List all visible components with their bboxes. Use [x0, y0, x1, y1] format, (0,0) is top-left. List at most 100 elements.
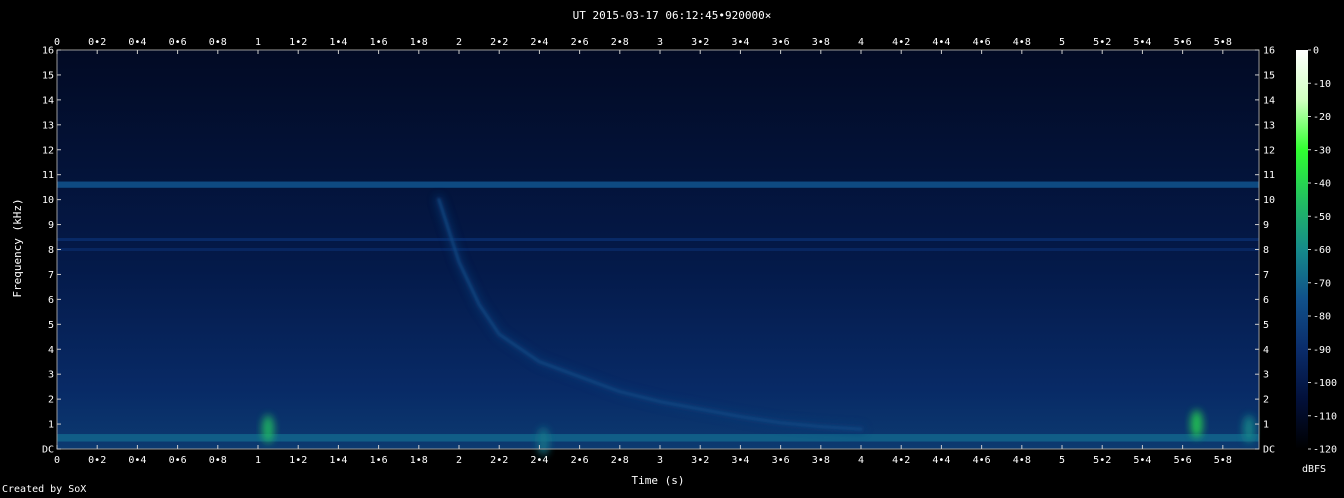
x-tick-label-bottom: 5: [1059, 455, 1065, 466]
y-tick-label-left: 16: [42, 46, 54, 57]
chart-title: UT 2015-03-17 06:12:45•920000×: [573, 9, 772, 22]
x-tick-label-top: 1•4: [329, 37, 347, 48]
x-tick-label-top: 0: [54, 37, 60, 48]
spectrogram-figure: UT 2015-03-17 06:12:45•920000× 0 0 0•2 0•2 0…: [11, 9, 1337, 487]
colorbar-tick-label: -50: [1313, 212, 1331, 223]
x-tick-label-bottom: 1: [255, 455, 261, 466]
y-tick-label-left: 8: [48, 245, 54, 256]
x-tick-label-top: 4•4: [932, 37, 950, 48]
x-tick-label-bottom: 4•4: [932, 455, 950, 466]
y-tick-label-right: 13: [1263, 120, 1275, 131]
x-tick-label-bottom: 5•4: [1133, 455, 1151, 466]
x-tick-label-top: 0•2: [88, 37, 106, 48]
y-tick-label-right: 4: [1263, 345, 1269, 356]
y-tick-label-left: 5: [48, 320, 54, 331]
x-tick-label-bottom: 4•6: [973, 455, 991, 466]
y-tick-label-right: 16: [1263, 46, 1275, 57]
x-tick-label-top: 5•4: [1133, 37, 1151, 48]
colorbar-tick-label: -80: [1313, 312, 1331, 323]
colorbar-tick-label: -100: [1313, 378, 1337, 389]
y-tick-label-left: 6: [48, 295, 54, 306]
y-tick-label-right: 1: [1263, 420, 1269, 431]
x-tick-label-top: 0•4: [128, 37, 146, 48]
x-tick-label-top: 4•6: [973, 37, 991, 48]
colorbar-tick-label: -30: [1313, 145, 1331, 156]
x-tick-label-bottom: 0•2: [88, 455, 106, 466]
x-tick-label-bottom: 4•2: [892, 455, 910, 466]
y-axis-label: Frequency (kHz): [11, 198, 24, 297]
colorbar-tick-label: 0: [1313, 46, 1319, 57]
x-tick-label-bottom: 2•2: [490, 455, 508, 466]
y-tick-label-left: 11: [42, 170, 54, 181]
colorbar-label: dBFS: [1302, 464, 1326, 475]
x-tick-label-top: 2•2: [490, 37, 508, 48]
y-tick-label-right: 8: [1263, 245, 1269, 256]
x-tick-label-top: 3•4: [731, 37, 749, 48]
x-tick-label-top: 3•8: [812, 37, 830, 48]
colorbar-tick-label: -10: [1313, 79, 1331, 90]
x-tick-label-bottom: 3•4: [731, 455, 749, 466]
energy-burst: [262, 415, 275, 444]
colorbar-tick-label: -90: [1313, 345, 1331, 356]
x-tick-label-top: 0•8: [209, 37, 227, 48]
x-tick-label-top: 4•2: [892, 37, 910, 48]
x-tick-label-bottom: 2: [456, 455, 462, 466]
x-tick-label-bottom: 4: [858, 455, 864, 466]
y-tick-label-right: 9: [1263, 220, 1269, 231]
y-tick-label-left: 7: [48, 270, 54, 281]
y-tick-label-right: 7: [1263, 270, 1269, 281]
x-tick-label-top: 5: [1059, 37, 1065, 48]
x-tick-label-top: 3•6: [772, 37, 790, 48]
sox-credit: Created by SoX: [2, 484, 87, 495]
x-tick-label-top: 1•2: [289, 37, 307, 48]
x-tick-label-bottom: 3: [657, 455, 663, 466]
y-tick-label-right: 2: [1263, 395, 1269, 406]
x-tick-label-bottom: 0•4: [128, 455, 146, 466]
y-tick-label-right: 3: [1263, 370, 1269, 381]
x-tick-label-bottom: 2•6: [571, 455, 589, 466]
x-tick-label-top: 2•4: [530, 37, 548, 48]
x-tick-label-bottom: 5•2: [1093, 455, 1111, 466]
colorbar-tick-label: -60: [1313, 245, 1331, 256]
x-tick-label-bottom: 4•8: [1013, 455, 1031, 466]
energy-burst: [1190, 410, 1203, 439]
tone-line: [57, 434, 1259, 442]
x-tick-label-bottom: 3•6: [772, 455, 790, 466]
x-tick-label-top: 1•8: [410, 37, 428, 48]
x-tick-label-bottom: 0: [54, 455, 60, 466]
colorbar: [1296, 50, 1308, 449]
x-tick-label-bottom: 1•2: [289, 455, 307, 466]
x-tick-label-top: 1: [255, 37, 261, 48]
x-tick-label-top: 2: [456, 37, 462, 48]
y-tick-label-right: 15: [1263, 70, 1275, 81]
energy-burst: [1242, 415, 1255, 444]
x-tick-label-top: 3: [657, 37, 663, 48]
y-tick-label-left: 2: [48, 395, 54, 406]
y-tick-label-right: 12: [1263, 145, 1275, 156]
tone-line: [57, 181, 1259, 188]
x-tick-label-bottom: 5•8: [1214, 455, 1232, 466]
colorbar-tick-label: -110: [1313, 411, 1337, 422]
energy-burst: [537, 427, 550, 456]
x-tick-label-bottom: 1•4: [329, 455, 347, 466]
colorbar-tick-label: -70: [1313, 278, 1331, 289]
x-tick-label-top: 4: [858, 37, 864, 48]
y-tick-label-right: 10: [1263, 195, 1275, 206]
y-tick-label-left: 10: [42, 195, 54, 206]
y-tick-label-right: 11: [1263, 170, 1275, 181]
tone-line: [57, 248, 1259, 251]
x-tick-label-bottom: 3•2: [691, 455, 709, 466]
y-tick-label-right: 6: [1263, 295, 1269, 306]
colorbar-tick-label: -120: [1313, 445, 1337, 456]
x-tick-label-top: 3•2: [691, 37, 709, 48]
y-tick-label-left: 1: [48, 420, 54, 431]
x-tick-label-bottom: 0•8: [209, 455, 227, 466]
y-tick-label-left: 15: [42, 70, 54, 81]
x-tick-label-bottom: 2•8: [611, 455, 629, 466]
y-tick-label-right: DC: [1263, 445, 1275, 456]
colorbar-tick-label: -20: [1313, 112, 1331, 123]
y-tick-label-left: 13: [42, 120, 54, 131]
x-tick-label-top: 2•8: [611, 37, 629, 48]
x-tick-label-top: 2•6: [571, 37, 589, 48]
y-tick-label-left: 4: [48, 345, 54, 356]
